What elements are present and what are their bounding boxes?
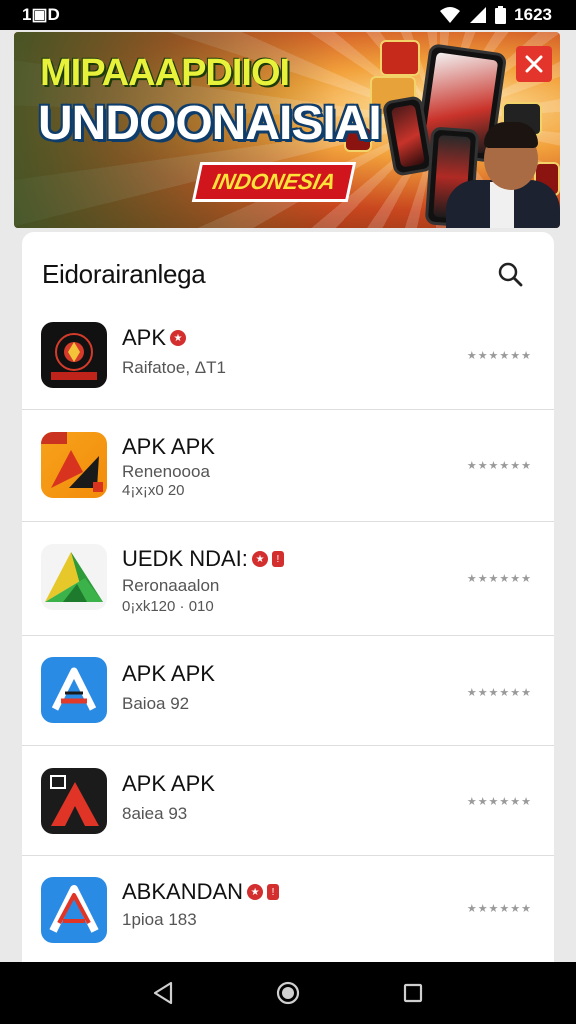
app-subtitle-2: 4¡x¡x0 20 [122,482,185,499]
battery-icon [495,6,507,24]
app-list-item[interactable]: APK APK 8aiea 93 ★★★★★★ [22,745,554,855]
screen: 1▣D 1623 MIPAAAPDIIOI UNDOONAISIAI INDON… [0,0,576,1024]
banner-person-hair [484,122,538,148]
search-icon [498,262,523,287]
app-name: APK APK [122,434,215,459]
home-icon [276,981,300,1005]
flag-badge-icon: ! [271,551,284,567]
back-button[interactable] [143,973,183,1013]
app-list-item[interactable]: APK APK Baioa 92 ★★★★★★ [22,635,554,745]
search-button[interactable] [492,256,528,292]
sheet-header: Eidorairanlega [22,232,554,316]
status-time: 1623 [514,5,552,24]
app-icon [41,432,107,498]
star-badge-icon: ★ [170,330,187,346]
recents-icon [404,983,423,1003]
banner-badge: INDONESIA [191,162,357,202]
app-subtitle: Baioa 92 [122,694,190,713]
app-list-item[interactable]: ABKANDAN ★ ! 1pioa 183 ★★★★★★ [22,855,554,962]
status-icons: 1623 [439,5,552,25]
app-list-item[interactable]: APK ★ Raifatoe, ΔТ1 ★★★★★★ [22,308,554,409]
app-list-sheet: Eidorairanlega APK ★ Raifatoe, ΔТ1 ★★★★★… [22,232,554,962]
app-subtitle: Renenoooa [122,462,210,481]
promo-banner[interactable]: MIPAAAPDIIOI UNDOONAISIAI INDONESIA [14,32,560,228]
wifi-icon [440,7,461,23]
app-list-item[interactable]: UEDK NDAI: ★ ! Reronaaalon 0¡xk120 · 010… [22,521,554,635]
system-nav-bar [0,962,576,1024]
app-subtitle: 8aiea 93 [122,804,188,823]
app-icon [41,877,107,943]
app-subtitle-2: 0¡xk120 · 010 [122,598,214,615]
app-name: APK ★ [122,325,187,351]
banner-headline-1: MIPAAAPDIIOI [40,52,290,94]
app-name: APK APK [122,771,215,796]
home-button[interactable] [268,973,308,1013]
app-name: UEDK NDAI: ★ ! [122,546,284,572]
app-icon [41,544,107,610]
flag-badge-icon: ! [267,884,280,900]
status-bar: 1▣D 1623 [0,0,576,30]
app-rating: ★★★★★★ [466,460,532,472]
app-subtitle: Reronaaalon [122,576,220,595]
status-left-text: 1▣D [22,5,60,24]
signal-icon [470,7,487,23]
app-list-item[interactable]: APK APK Renenoooa 4¡x¡x0 20 ★★★★★★ [22,409,554,521]
app-rating: ★★★★★★ [466,350,532,362]
app-rating: ★★★★★★ [466,903,532,915]
banner-game-tile [380,40,420,76]
star-badge-icon: ★ [251,551,268,567]
app-icon [41,768,107,834]
star-badge-icon: ★ [247,884,264,900]
sheet-title: Eidorairanlega [42,258,206,289]
app-name: APK APK [122,661,215,686]
close-icon[interactable] [516,46,552,82]
app-icon [41,322,107,388]
app-name: ABKANDAN ★ ! [122,879,280,905]
banner-headline-2: UNDOONAISIAI [38,97,382,150]
app-icon [41,657,107,723]
back-icon [153,981,172,1005]
app-rating: ★★★★★★ [466,573,532,585]
app-rating: ★★★★★★ [466,796,532,808]
app-subtitle: 1pioa 183 [122,910,197,929]
recents-button[interactable] [393,973,433,1013]
app-subtitle: Raifatoe, ΔТ1 [122,358,226,377]
app-rating: ★★★★★★ [466,687,532,699]
